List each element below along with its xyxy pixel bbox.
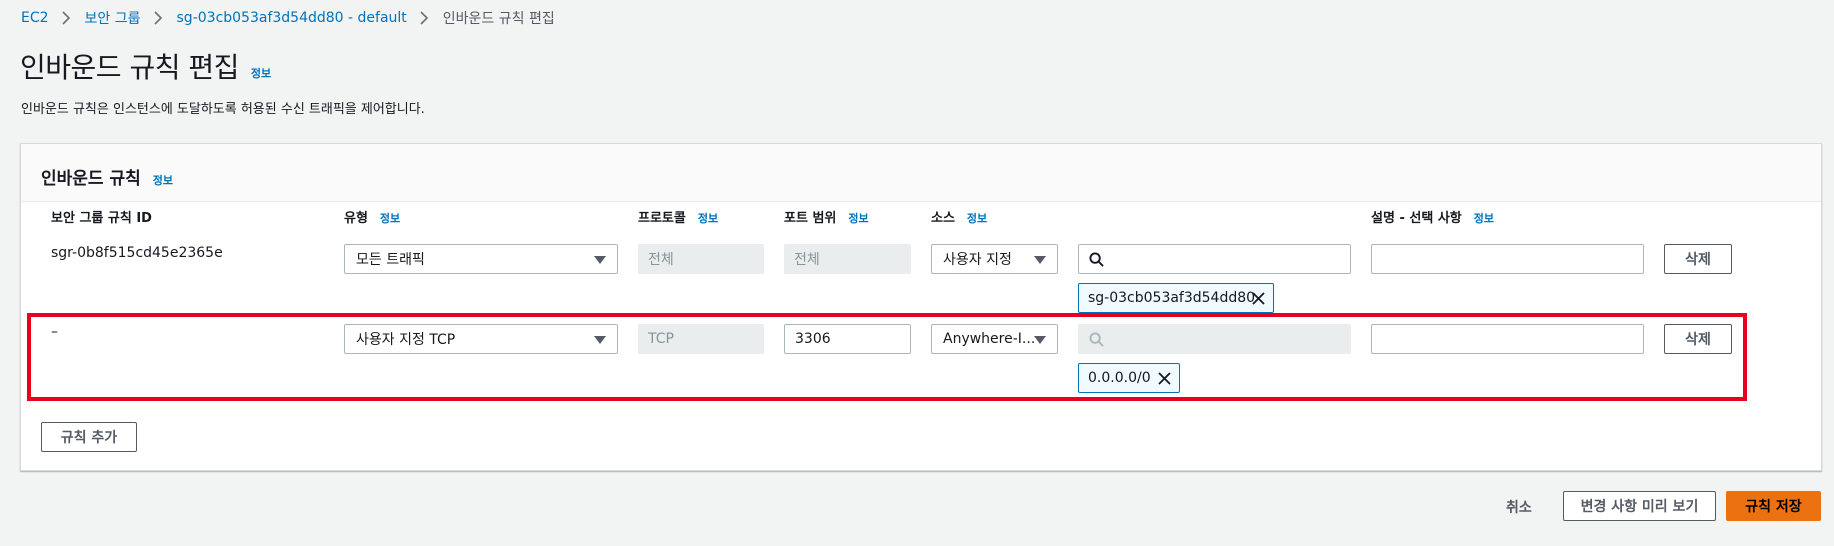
breadcrumb-security-group[interactable]: sg-03cb053af3d54dd80 - default bbox=[177, 10, 407, 26]
panel-title-row: 인바운드 규칙 정보 bbox=[41, 164, 173, 189]
panel-header: 인바운드 규칙 정보 bbox=[21, 144, 1821, 202]
port-range-field: 전체 bbox=[784, 244, 911, 274]
preview-changes-button[interactable]: 변경 사항 미리 보기 bbox=[1563, 491, 1716, 521]
breadcrumb-ec2[interactable]: EC2 bbox=[21, 10, 49, 26]
rule-id: sgr-0b8f515cd45e2365e bbox=[51, 245, 223, 261]
source-info-link[interactable]: 정보 bbox=[967, 210, 987, 226]
protocol-field: 전체 bbox=[638, 244, 764, 274]
column-header-source: 소스 정보 bbox=[931, 210, 988, 226]
search-icon bbox=[1089, 252, 1104, 267]
add-rule-button[interactable]: 규칙 추가 bbox=[41, 422, 137, 452]
column-header-description: 설명 - 선택 사항 정보 bbox=[1371, 210, 1494, 226]
inbound-rules-panel: 인바운드 규칙 정보 보안 그룹 규칙 ID 유형 정보 프로토콜 정보 포트 … bbox=[20, 143, 1822, 471]
breadcrumb: EC2 보안 그룹 sg-03cb053af3d54dd80 - default… bbox=[21, 8, 555, 28]
chevron-right-icon bbox=[49, 11, 85, 25]
caret-down-icon bbox=[594, 256, 606, 264]
delete-rule-button[interactable]: 삭제 bbox=[1664, 244, 1732, 274]
breadcrumb-security-groups[interactable]: 보안 그룹 bbox=[85, 8, 141, 28]
chevron-right-icon bbox=[141, 11, 177, 25]
breadcrumb-current: 인바운드 규칙 편집 bbox=[442, 11, 555, 27]
source-search-input[interactable] bbox=[1078, 244, 1351, 274]
source-select[interactable]: 사용자 지정 bbox=[931, 244, 1058, 274]
port-range-info-link[interactable]: 정보 bbox=[848, 210, 868, 226]
column-header-rule-id: 보안 그룹 규칙 ID bbox=[51, 211, 152, 226]
type-info-link[interactable]: 정보 bbox=[380, 210, 400, 226]
panel-title: 인바운드 규칙 bbox=[41, 169, 141, 189]
chevron-right-icon bbox=[407, 11, 443, 25]
column-header-protocol: 프로토콜 정보 bbox=[638, 210, 719, 226]
page-title: 인바운드 규칙 편집 bbox=[20, 51, 239, 84]
source-token: sg-03cb053af3d54dd80 bbox=[1078, 283, 1274, 313]
description-info-link[interactable]: 정보 bbox=[1474, 210, 1494, 226]
close-icon[interactable] bbox=[1252, 292, 1265, 305]
save-rules-button[interactable]: 규칙 저장 bbox=[1726, 491, 1821, 521]
column-header-type: 유형 정보 bbox=[344, 210, 401, 226]
column-header-port-range: 포트 범위 정보 bbox=[784, 210, 869, 226]
type-select[interactable]: 모든 트래픽 bbox=[344, 244, 618, 274]
caret-down-icon bbox=[1034, 256, 1046, 264]
page-info-link[interactable]: 정보 bbox=[251, 65, 271, 81]
cancel-button[interactable]: 취소 bbox=[1506, 497, 1532, 517]
description-input[interactable] bbox=[1371, 244, 1644, 274]
page-description: 인바운드 규칙은 인스턴스에 도달하도록 허용된 수신 트래픽을 제어합니다. bbox=[21, 102, 425, 117]
panel-info-link[interactable]: 정보 bbox=[153, 172, 173, 188]
page-header: 인바운드 규칙 편집 정보 bbox=[20, 46, 271, 86]
highlight-box bbox=[27, 313, 1747, 401]
protocol-info-link[interactable]: 정보 bbox=[698, 210, 718, 226]
